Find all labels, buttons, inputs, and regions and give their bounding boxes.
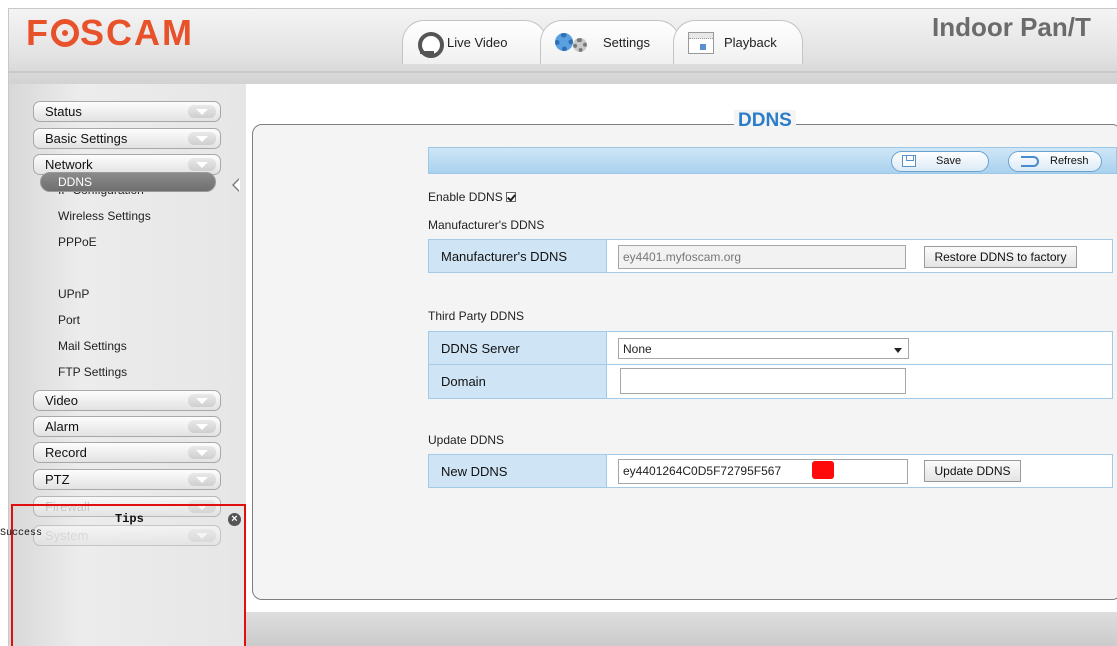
save-button[interactable]: Save bbox=[891, 151, 989, 172]
redaction-mark bbox=[812, 461, 834, 479]
save-icon bbox=[902, 155, 916, 167]
menu-video[interactable]: Video bbox=[33, 390, 221, 411]
menu-video-label: Video bbox=[45, 393, 79, 408]
refresh-button[interactable]: Refresh bbox=[1008, 151, 1102, 172]
menu-basic-settings[interactable]: Basic Settings bbox=[33, 128, 221, 149]
tab-settings[interactable]: Settings bbox=[540, 20, 680, 64]
logo-o-mark bbox=[51, 19, 79, 47]
page-title: DDNS bbox=[734, 110, 796, 132]
gears-icon bbox=[555, 32, 593, 53]
enable-ddns-label: Enable DDNS bbox=[428, 190, 503, 204]
save-button-label: Save bbox=[936, 155, 962, 167]
chevron-down-icon bbox=[188, 473, 216, 486]
restore-ddns-button[interactable]: Restore DDNS to factory bbox=[924, 246, 1077, 268]
sidebar-item-ddns[interactable]: DDNS bbox=[40, 172, 216, 192]
chevron-down-icon bbox=[188, 132, 216, 145]
new-ddns-label: New DDNS bbox=[429, 455, 607, 487]
ddns-server-value: None bbox=[623, 342, 652, 356]
sidebar-item-pppoe[interactable]: PPPoE bbox=[58, 235, 97, 249]
tips-popup: Tips × bbox=[11, 504, 246, 646]
header-divider bbox=[9, 71, 1117, 73]
model-title: Indoor Pan/T bbox=[932, 12, 1091, 42]
menu-status[interactable]: Status bbox=[33, 101, 221, 122]
chevron-down-icon bbox=[894, 348, 902, 353]
chevron-down-icon bbox=[188, 158, 216, 171]
menu-record-label: Record bbox=[45, 445, 87, 460]
update-ddns-button[interactable]: Update DDNS bbox=[924, 460, 1021, 482]
active-pointer bbox=[232, 178, 240, 192]
camera-icon bbox=[417, 31, 444, 58]
tips-message: Success bbox=[0, 528, 43, 539]
refresh-icon bbox=[1021, 156, 1039, 167]
sidebar-item-upnp[interactable]: UPnP bbox=[58, 287, 89, 301]
ddns-server-select[interactable]: None bbox=[618, 338, 909, 359]
menu-alarm[interactable]: Alarm bbox=[33, 416, 221, 437]
foscam-logo: F SCAM bbox=[26, 12, 194, 53]
refresh-button-label: Refresh bbox=[1050, 155, 1089, 167]
menu-record[interactable]: Record bbox=[33, 442, 221, 463]
chevron-down-icon bbox=[188, 394, 216, 407]
chevron-down-icon bbox=[188, 446, 216, 459]
manufacturer-ddns-label: Manufacturer's DDNS bbox=[429, 240, 607, 272]
chevron-down-icon bbox=[188, 420, 216, 433]
sidebar-item-port[interactable]: Port bbox=[58, 313, 80, 327]
menu-basic-settings-label: Basic Settings bbox=[45, 131, 128, 146]
chevron-down-icon bbox=[188, 105, 216, 118]
close-icon[interactable]: × bbox=[228, 513, 241, 526]
tab-settings-label: Settings bbox=[603, 35, 650, 50]
tips-title: Tips bbox=[115, 512, 144, 526]
domain-input[interactable] bbox=[620, 368, 906, 394]
tab-live-video-label: Live Video bbox=[447, 35, 508, 50]
enable-ddns-row: Enable DDNS bbox=[428, 190, 516, 204]
tab-playback-label: Playback bbox=[724, 35, 777, 50]
ddns-server-label: DDNS Server bbox=[429, 332, 607, 364]
menu-ptz-label: PTZ bbox=[45, 472, 70, 487]
menu-status-label: Status bbox=[45, 104, 82, 119]
update-section-title: Update DDNS bbox=[428, 433, 505, 447]
menu-alarm-label: Alarm bbox=[45, 419, 79, 434]
manufacturer-ddns-field: ey4401.myfoscam.org bbox=[618, 245, 906, 269]
manufacturer-section-title: Manufacturer's DDNS bbox=[428, 218, 545, 232]
tab-live-video[interactable]: Live Video bbox=[402, 20, 547, 64]
footer-bar bbox=[246, 612, 1117, 646]
calendar-icon bbox=[688, 31, 714, 54]
menu-ptz[interactable]: PTZ bbox=[33, 469, 221, 490]
new-ddns-input[interactable]: ey4401264C0D5F72795F567 bbox=[618, 459, 908, 484]
sidebar-item-mail-settings[interactable]: Mail Settings bbox=[58, 339, 127, 353]
menu-network-label: Network bbox=[45, 157, 93, 172]
enable-ddns-checkbox[interactable] bbox=[505, 192, 516, 202]
third-party-section-title: Third Party DDNS bbox=[428, 309, 525, 323]
tab-playback[interactable]: Playback bbox=[673, 20, 803, 64]
sidebar-item-ftp-settings[interactable]: FTP Settings bbox=[58, 365, 127, 379]
sidebar-item-wireless-settings[interactable]: Wireless Settings bbox=[58, 209, 151, 223]
toolbar: Save Refresh bbox=[428, 147, 1117, 174]
domain-label: Domain bbox=[429, 365, 607, 398]
